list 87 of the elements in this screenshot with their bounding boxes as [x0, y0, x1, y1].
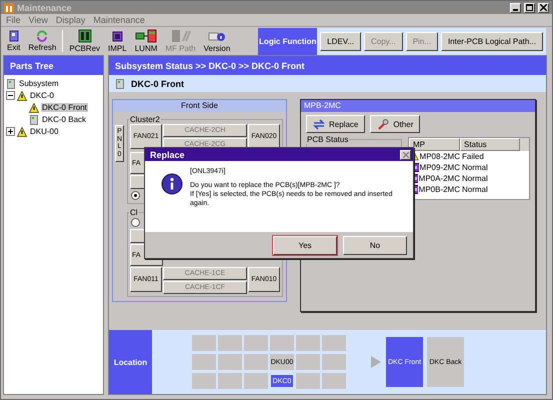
location-cell[interactable] — [218, 354, 242, 370]
table-cell: Normal — [462, 163, 488, 172]
table-cell: MP08-2MC — [420, 152, 460, 161]
close-button[interactable] — [400, 150, 411, 160]
radio-button[interactable] — [131, 218, 140, 227]
panel-header: MPB-2MC — [301, 100, 535, 112]
maximize-button[interactable] — [524, 2, 535, 12]
location-cell[interactable] — [322, 354, 346, 370]
page-title: DKC-0 Front — [131, 78, 184, 88]
dialog-button[interactable]: No — [343, 236, 407, 254]
close-icon — [402, 152, 408, 158]
network-icon — [135, 29, 158, 43]
warning-icon — [29, 102, 39, 112]
table-cell: Normal — [462, 185, 488, 194]
action-button[interactable]: Other — [370, 115, 420, 133]
menu-item[interactable]: Display — [56, 15, 86, 25]
warning-icon — [17, 126, 27, 136]
dialog-button[interactable]: Yes — [273, 236, 337, 254]
action-button[interactable]: Replace — [306, 115, 366, 133]
column-header[interactable]: MP — [409, 138, 460, 151]
toolbar-button[interactable]: IMPL — [104, 27, 131, 55]
window-title: Maintenance — [17, 2, 73, 12]
cluster-label: Cluster2 — [129, 115, 161, 124]
tree-item[interactable]: DKU-00 — [29, 127, 60, 136]
location-cell[interactable] — [296, 354, 320, 370]
toolbar-button[interactable]: Exit — [3, 27, 24, 55]
menu-item[interactable]: View — [28, 15, 48, 25]
location-cell[interactable] — [192, 354, 216, 370]
location-cell[interactable] — [218, 373, 242, 389]
toolbar-button[interactable]: Version — [200, 27, 234, 55]
location-cell[interactable] — [244, 373, 268, 389]
door-icon — [8, 30, 20, 42]
toolbar-button[interactable]: LUNM — [130, 27, 162, 55]
breadcrumb: Subsystem Status >> DKC-0 >> DKC-0 Front — [109, 56, 546, 75]
table-cell: Normal — [462, 174, 488, 183]
location-cell[interactable] — [192, 373, 216, 389]
maximize-icon — [526, 4, 533, 11]
warning-icon — [17, 90, 27, 100]
device-icon — [115, 78, 125, 88]
cluster-label: Cl — [129, 208, 139, 217]
tree-item[interactable]: DKC-0 — [29, 91, 56, 100]
location-cell[interactable] — [244, 335, 268, 351]
info-icon — [161, 173, 183, 195]
close-icon — [540, 4, 547, 11]
action-button[interactable]: Inter-PCB Logical Path... — [440, 32, 543, 51]
toolbar-button[interactable]: Refresh — [24, 27, 60, 55]
dialog-title: Replace — [150, 150, 186, 160]
location-cell[interactable] — [192, 335, 216, 351]
info-icon — [208, 30, 226, 42]
table-cell: MP0A-2MC — [418, 174, 460, 183]
location-cell[interactable] — [322, 335, 346, 351]
location-cell[interactable] — [218, 335, 242, 351]
path-icon — [170, 29, 190, 43]
close-button[interactable] — [538, 2, 549, 12]
location-cell[interactable] — [244, 354, 268, 370]
table-cell: MP09-2MC — [420, 163, 460, 172]
tree-item[interactable]: DKC-0 Back — [41, 115, 88, 124]
tree-item[interactable]: Subsystem — [18, 79, 60, 88]
radio-button[interactable] — [131, 191, 140, 200]
column-header[interactable]: Status — [460, 138, 520, 151]
menu-item[interactable]: Maintenance — [93, 15, 145, 25]
table-cell: MP0B-2MC — [418, 185, 460, 194]
location-cell[interactable] — [270, 335, 294, 351]
panel-header: Parts Tree — [4, 56, 103, 75]
chip-icon — [110, 30, 124, 42]
minimize-button[interactable] — [510, 2, 521, 12]
expand-icon[interactable] — [6, 127, 15, 136]
action-button[interactable]: LDEV... — [320, 32, 361, 51]
refresh-icon — [36, 30, 48, 42]
section-label: Logic Function — [258, 28, 318, 55]
tree-item[interactable]: DKC-0 Front — [41, 103, 88, 112]
group-label: PCB Status — [306, 135, 350, 144]
swap-icon — [313, 118, 325, 130]
device-icon — [29, 114, 39, 124]
app-icon — [4, 2, 14, 12]
device-icon — [6, 78, 16, 88]
circuit-board-icon — [78, 29, 92, 43]
location-cell[interactable] — [322, 373, 346, 389]
toolbar-button[interactable]: PCBRev — [65, 27, 104, 55]
location-cell[interactable] — [296, 335, 320, 351]
play-icon — [370, 355, 382, 369]
location-cell[interactable] — [296, 373, 320, 389]
menu-item[interactable]: File — [6, 15, 21, 25]
collapse-icon[interactable] — [6, 91, 15, 100]
section-label: Location — [109, 330, 152, 394]
panel-header: Front Side — [113, 100, 286, 112]
table-cell: Failed — [462, 152, 484, 161]
